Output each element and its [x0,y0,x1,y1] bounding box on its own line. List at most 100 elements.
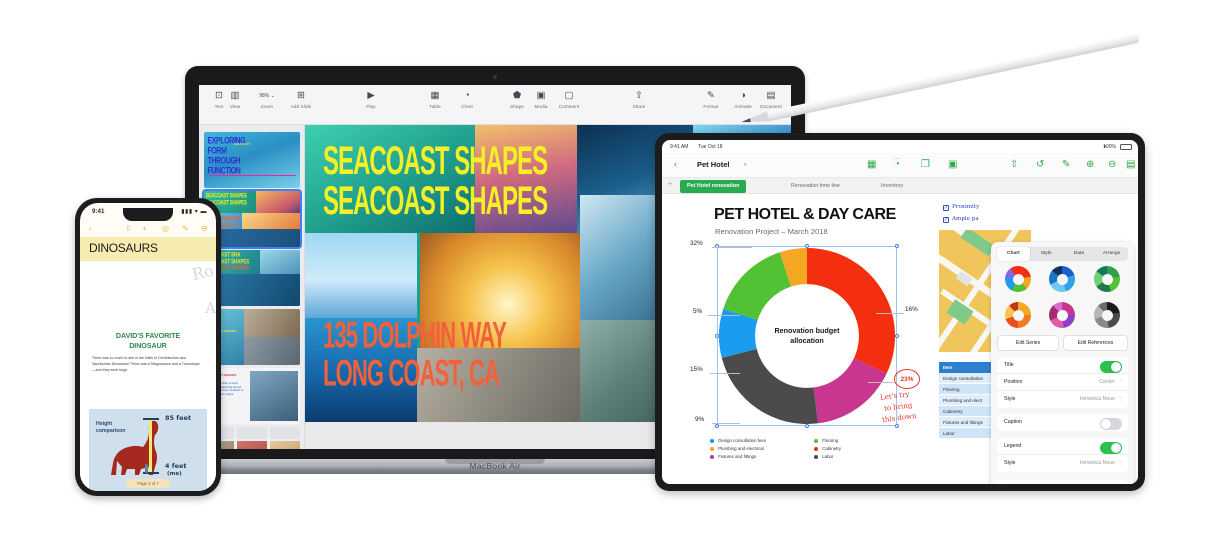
legend-label-cabinetry: Cabinetry [822,446,842,451]
row-title-style[interactable]: Style Helvetica Neue › [997,391,1128,408]
pages-document[interactable]: DINOSAURS Ro A DAVID'S FAVORITE DINOSAUR… [80,237,216,491]
back-icon[interactable]: ‹ [89,224,92,233]
chevron-right-icon[interactable]: › [1120,378,1122,384]
label-caption: Caption [1004,419,1022,425]
chevron-right-icon[interactable]: › [1120,459,1122,465]
collaborate-icon[interactable]: ◎ [162,224,169,233]
toolbar-share-button[interactable]: ⇧ Share [619,90,659,109]
more-icon[interactable]: ⊖ [201,224,208,233]
legend-swatch-flooring [814,438,818,443]
legend-label-fixtures: Fixtures and fittings [718,454,757,459]
table-icon[interactable]: ▦ [867,159,876,170]
toolbar-chart-button[interactable]: ◔ Chart [447,90,487,109]
edit-references-button[interactable]: Edit References [1063,335,1128,351]
keynote-toolbar: ▥ View 98% ⌄ Zoom ⊞ Add Slide ▶ Play ▦ T… [199,85,791,125]
chart-icon[interactable]: ◔ [894,159,900,170]
swatch-multicolor[interactable] [1005,266,1031,292]
heading-line2: DINOSAUR [129,341,167,350]
edit-series-button[interactable]: Edit Series [997,335,1059,351]
text-icon: ⊡ [215,90,223,101]
numbers-sheet-canvas[interactable]: PET HOTEL & DAY CARE Renovation Project … [662,194,1138,484]
row-caption[interactable]: Caption [997,414,1128,431]
toggle-caption[interactable] [1100,417,1122,430]
add-sheet-button[interactable]: + [668,181,672,188]
more-icon[interactable]: ▤ [1126,159,1135,170]
tab-data[interactable]: Data [1063,247,1096,261]
page-indicator[interactable]: Page 4 of 7 [126,479,170,488]
donut-slice[interactable] [807,248,895,374]
checklist-item-parking[interactable]: ✓ Ample pa [943,216,979,223]
toolbar-play-label: Play [366,104,376,109]
donut-chart[interactable]: Renovation budget allocation [715,244,899,428]
media-icon[interactable]: ▣ [948,159,957,170]
chevron-down-icon[interactable]: ▾ [744,162,747,168]
caption-settings-group: Caption [997,414,1128,431]
toggle-legend[interactable] [1100,441,1122,454]
tab-renovation-time-line[interactable]: Renovation time line [784,180,847,193]
row-position[interactable]: Position Center › [997,374,1128,391]
swatch-blues[interactable] [1049,266,1075,292]
chevron-right-icon[interactable]: › [1120,395,1122,401]
sheet-subtitle[interactable]: Renovation Project – March 2018 [715,227,828,236]
checkbox-icon[interactable]: ✓ [943,205,949,211]
format-brush-icon[interactable]: ✎ [182,224,189,233]
share-icon[interactable]: ⇧ [1010,159,1018,170]
toolbar-comment-button[interactable]: ▢ Comment [549,90,589,109]
checklist-label-parking: Ample pa [952,216,979,222]
leader-flooring [710,373,740,374]
comment-icon: ▢ [564,90,574,101]
decorative-letter-a: A [205,299,216,317]
tab-arrange[interactable]: Arrange [1095,247,1128,261]
slide-thumbnail-1[interactable]: EXPLORING FORM THROUGH FUNCTION SEACOAST [203,132,300,188]
share-icon[interactable]: ⇧ [125,224,132,233]
swatch-oranges[interactable] [1005,302,1031,328]
share-icon: ⇧ [635,90,643,101]
insert-icon[interactable]: ⊕ [1086,159,1094,170]
document-title[interactable]: DINOSAURS [89,241,158,255]
status-time: 9:41 [92,208,105,215]
toolbar-text-button[interactable]: ⊡ Text [199,90,239,109]
donut-slice[interactable] [721,348,819,424]
row-title[interactable]: Title [997,357,1128,374]
tab-style[interactable]: Style [1030,247,1063,261]
legend-item-labor: Labor [814,454,833,459]
battery-icon [1120,143,1132,150]
toolbar-play-button[interactable]: ▶ Play [351,90,391,109]
undo-icon[interactable]: ↺ [1036,159,1044,170]
row-legend-style[interactable]: Style Helvetica Neue › [997,455,1128,472]
comment-icon[interactable]: ⊖ [1108,159,1116,170]
document-title[interactable]: Pet Hotel [697,160,730,169]
chart-icon: ◔ [464,90,470,101]
sheet-title[interactable]: PET HOTEL & DAY CARE [714,206,896,224]
document-body-text[interactable]: There was so much to see in the Halls of… [92,355,200,373]
swatch-greens[interactable] [1094,266,1120,292]
format-brush-icon[interactable]: ✎ [1062,159,1070,170]
back-icon[interactable]: ‹ [674,159,677,169]
document-heading[interactable]: DAVID'S FAVORITE DINOSAUR [80,331,216,351]
add-icon[interactable]: + [142,224,147,233]
donut-slice[interactable] [723,252,791,320]
row-legend[interactable]: Legend [997,438,1128,455]
inspector-tab-group[interactable]: Chart Style Data Arrange [997,247,1128,261]
checklist-item-proximity[interactable]: ✓ Proximity [943,204,979,211]
legend-swatch-design [710,438,714,443]
format-inspector-panel[interactable]: Chart Style Data Arrange Edit Series Edi… [991,242,1134,484]
shape-icon[interactable]: ❐ [921,159,930,170]
checkbox-icon[interactable]: ✓ [943,217,949,223]
swatch-magentas[interactable] [1049,302,1075,328]
value-legend-style: Helvetica Neue [1079,460,1115,466]
toolbar-add-slide-label: Add Slide [290,104,312,109]
legend-label-plumbing: Plumbing and electrical [718,446,764,451]
slide-headline-line2[interactable]: SEACOAST SHAPES [323,177,548,225]
chart-color-swatches[interactable] [999,266,1126,332]
slide-address-line1[interactable]: 135 DOLPHIN WAY [323,315,507,358]
slide-address-line2[interactable]: LONG COAST, CA [323,353,500,396]
checklist-label-proximity: Proximity [952,204,980,210]
toolbar-add-slide-button[interactable]: ⊞ Add Slide [281,90,321,109]
tab-pet-hotel-renovation[interactable]: Pet Hotel renovation [680,180,747,193]
measure-tick-top [143,418,159,420]
swatch-grays[interactable] [1094,302,1120,328]
toggle-title[interactable] [1100,360,1122,373]
tab-inventory[interactable]: Inventory [874,180,910,193]
tab-chart[interactable]: Chart [997,247,1030,261]
